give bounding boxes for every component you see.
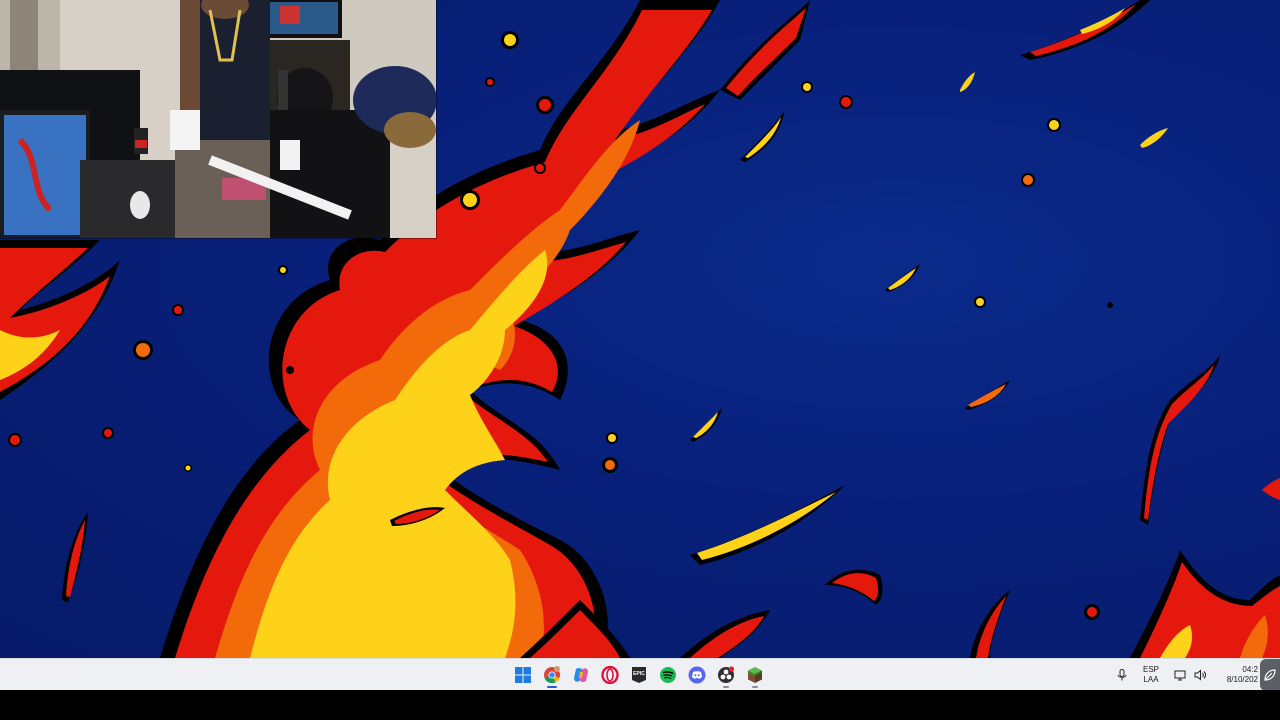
webcam-overlay — [0, 0, 436, 238]
clock-time: 04:2 — [1242, 665, 1258, 674]
taskbar-minecraft[interactable] — [741, 661, 769, 689]
spotify-icon — [660, 667, 676, 683]
taskbar-opera[interactable] — [596, 661, 624, 689]
system-tray: ESP LAA 04:2 8/10/202 — [1112, 659, 1280, 691]
desktop-wallpaper — [0, 0, 1280, 658]
taskbar-spotify[interactable] — [654, 661, 682, 689]
taskbar-epic-games[interactable]: EPIC — [625, 661, 653, 689]
taskbar-chrome[interactable] — [538, 661, 566, 689]
network-button[interactable] — [1170, 665, 1190, 685]
taskbar-apps: EPIC — [509, 661, 769, 689]
volume-icon — [1194, 669, 1206, 681]
taskbar-obs[interactable] — [712, 661, 740, 689]
volume-button[interactable] — [1190, 665, 1210, 685]
obs-icon — [718, 666, 735, 683]
taskbar: EPIC ESP LAA 04:2 8/10/202 — [0, 658, 1280, 691]
taskbar-clock[interactable]: 04:2 8/10/202 — [1216, 665, 1258, 685]
windows-start-icon — [515, 667, 531, 683]
minecraft-icon — [748, 667, 762, 683]
screen-letterbox — [0, 690, 1280, 720]
epic-label: EPIC — [633, 671, 645, 677]
webcam-feed-image — [0, 0, 436, 238]
keyboard-layout: LAA — [1143, 675, 1159, 684]
microphone-icon — [1117, 669, 1127, 681]
input-language-indicator[interactable]: ESP LAA — [1138, 665, 1164, 685]
taskbar-copilot[interactable] — [567, 661, 595, 689]
language-code: ESP — [1142, 665, 1159, 674]
chrome-icon — [544, 666, 560, 684]
opera-icon — [601, 666, 619, 684]
discord-icon — [688, 666, 706, 684]
widgets-corner-button[interactable] — [1260, 659, 1280, 691]
taskbar-discord[interactable] — [683, 661, 711, 689]
microphone-button[interactable] — [1112, 665, 1132, 685]
leaf-icon — [1264, 669, 1276, 681]
clock-date: 8/10/202 — [1226, 675, 1258, 684]
epic-games-icon: EPIC — [632, 667, 646, 683]
start-button[interactable] — [509, 661, 537, 689]
network-icon — [1174, 670, 1186, 681]
copilot-icon — [574, 667, 588, 683]
